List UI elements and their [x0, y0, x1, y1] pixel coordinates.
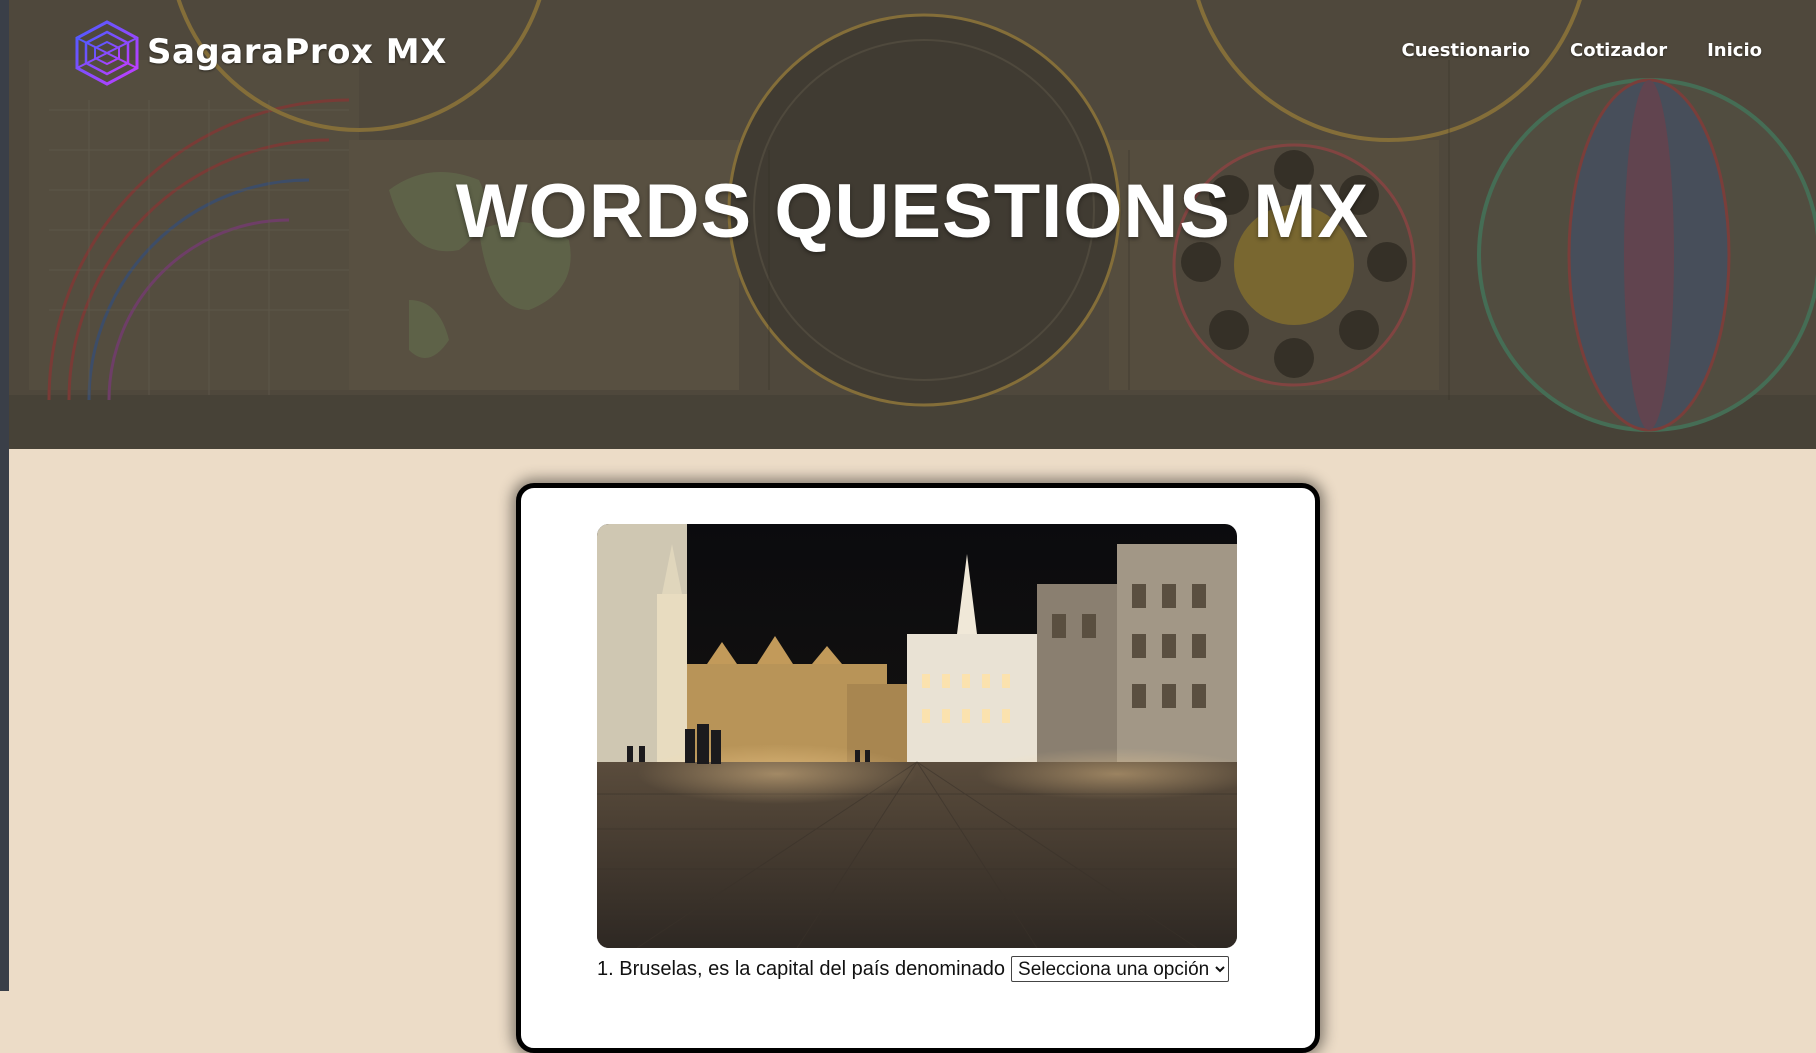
window-left-edge	[0, 0, 9, 991]
nav-link-inicio[interactable]: Inicio	[1707, 40, 1762, 61]
answer-select[interactable]: Selecciona una opción	[1011, 956, 1230, 982]
question-text: 1. Bruselas, es la capital del país deno…	[597, 957, 1006, 980]
hero-title: WORDS QUESTIONS MX	[455, 169, 1370, 254]
question-row: 1. Bruselas, es la capital del país deno…	[597, 956, 1230, 982]
brand[interactable]: SagaraProx MX	[69, 18, 447, 86]
brand-name: SagaraProx MX	[147, 32, 447, 72]
hero-banner: SagaraProx MX Cuestionario Cotizador Ini…	[9, 0, 1816, 449]
web-globe-icon	[75, 20, 139, 86]
main-nav: Cuestionario Cotizador Inicio	[1402, 40, 1762, 61]
quiz-card: 1. Bruselas, es la capital del país deno…	[516, 483, 1320, 1053]
brussels-grand-place-photo	[597, 524, 1237, 948]
nav-link-cotizador[interactable]: Cotizador	[1570, 40, 1667, 61]
nav-link-cuestionario[interactable]: Cuestionario	[1402, 40, 1530, 61]
